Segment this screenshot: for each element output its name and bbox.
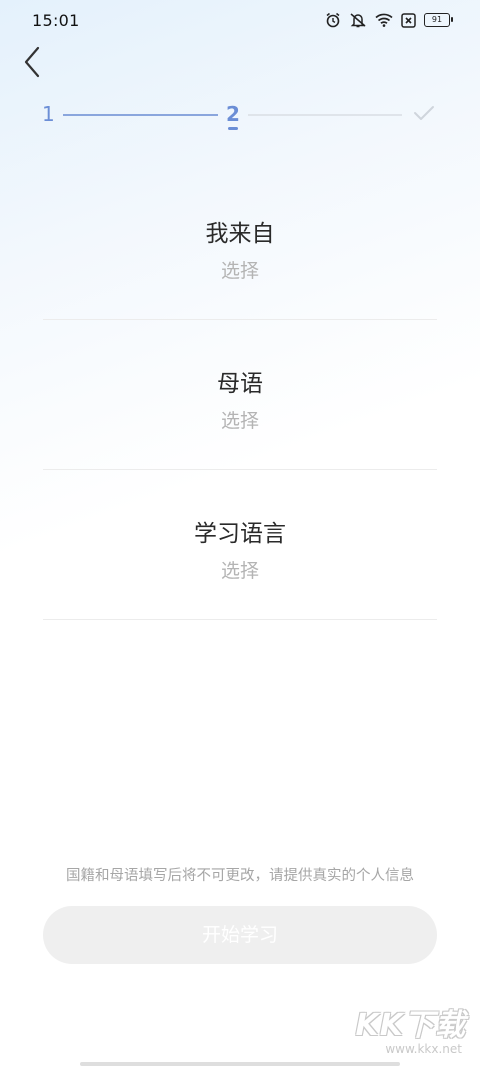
mute-icon bbox=[349, 12, 367, 28]
native-language-value: 选择 bbox=[220, 410, 259, 432]
battery-icon: 91 bbox=[424, 13, 453, 27]
status-icons: 91 bbox=[325, 12, 453, 28]
alarm-icon bbox=[325, 12, 341, 28]
learning-language-label: 学习语言 bbox=[194, 521, 286, 547]
back-button[interactable] bbox=[18, 44, 46, 80]
country-label: 我来自 bbox=[205, 221, 275, 247]
current-step-indicator bbox=[228, 127, 238, 130]
gesture-nav-bar[interactable] bbox=[80, 1062, 400, 1066]
country-selector[interactable]: 我来自 选择 bbox=[43, 170, 437, 320]
native-language-selector[interactable]: 母语 选择 bbox=[43, 320, 437, 470]
country-value: 选择 bbox=[220, 260, 259, 282]
learning-language-value: 选择 bbox=[220, 560, 259, 582]
watermark: KK下载 www.kkx.net bbox=[346, 1010, 466, 1060]
step-line-completed bbox=[63, 114, 218, 116]
step-line-pending bbox=[248, 114, 402, 116]
status-bar: 15:01 91 bbox=[0, 0, 480, 40]
sim-off-icon bbox=[401, 12, 416, 28]
info-notice: 国籍和母语填写后将不可更改，请提供真实的个人信息 bbox=[66, 868, 414, 884]
watermark-url: www.kkx.net bbox=[385, 1042, 462, 1056]
wifi-icon bbox=[375, 13, 393, 27]
chevron-left-icon bbox=[24, 46, 40, 78]
progress-stepper: 1 2 bbox=[0, 100, 480, 134]
start-learning-button[interactable]: 开始学习 bbox=[43, 906, 437, 964]
step-2-label: 2 bbox=[226, 102, 240, 126]
watermark-logo: KK下载 bbox=[355, 1008, 466, 1043]
status-time: 15:01 bbox=[32, 10, 80, 30]
native-language-label: 母语 bbox=[217, 371, 263, 397]
step-1-label: 1 bbox=[42, 102, 55, 126]
check-icon bbox=[413, 104, 435, 126]
learning-language-selector[interactable]: 学习语言 选择 bbox=[43, 470, 437, 620]
